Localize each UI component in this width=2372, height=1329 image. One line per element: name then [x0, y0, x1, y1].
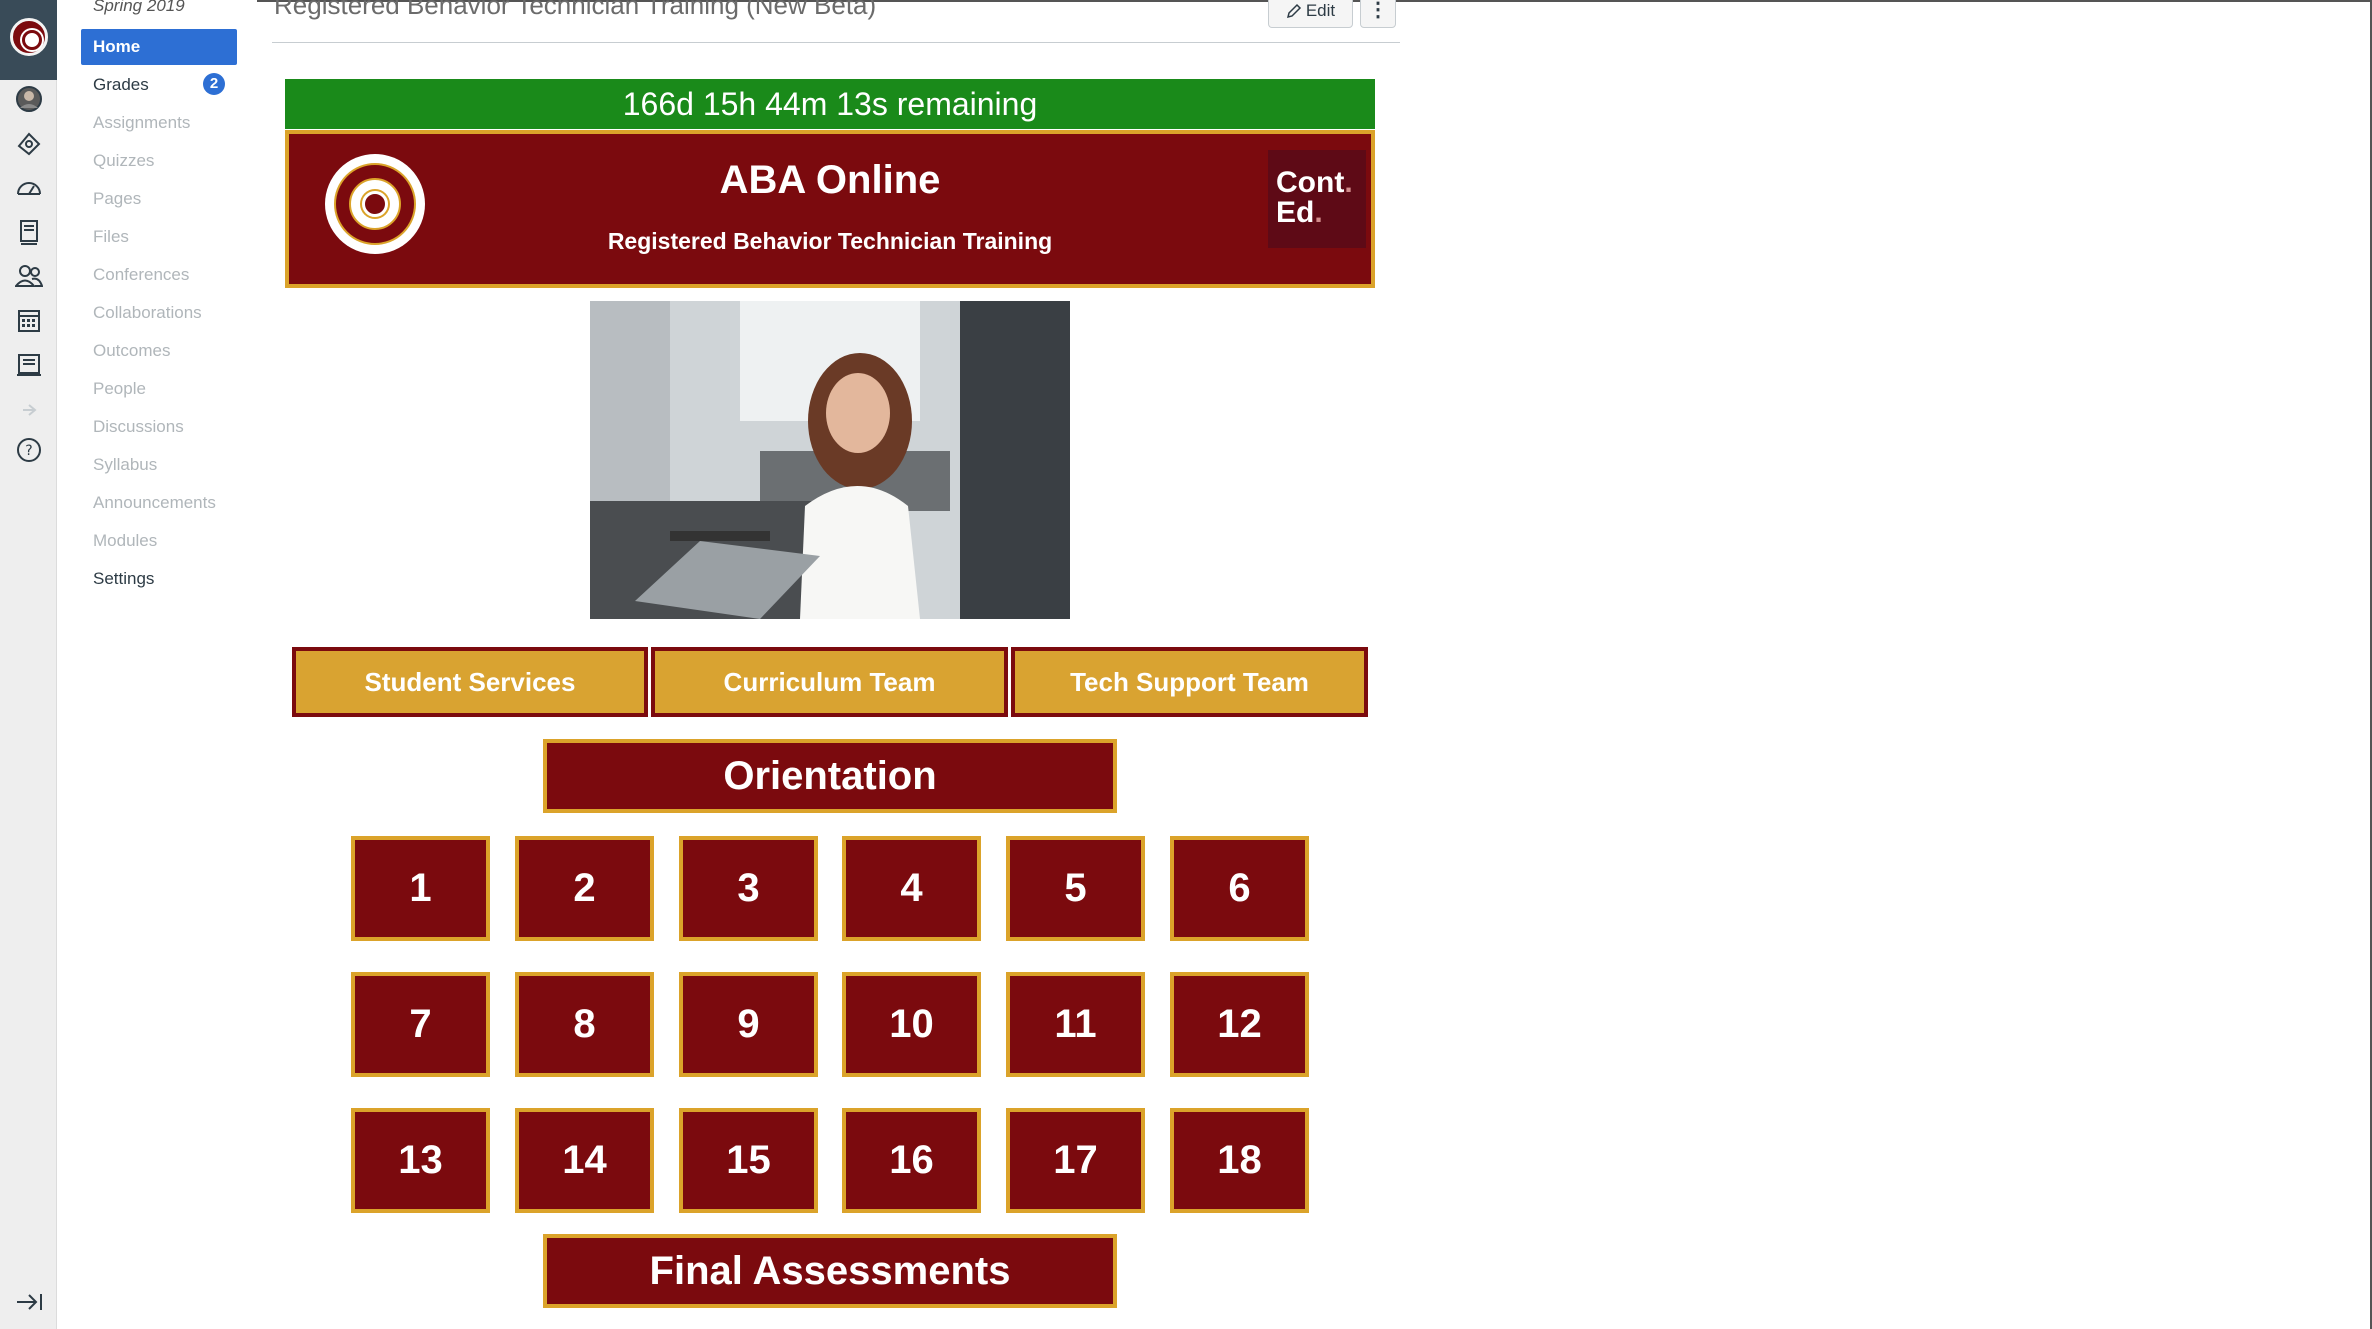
course-nav-home[interactable]: Home: [81, 29, 237, 65]
collapse-nav-icon[interactable]: [14, 1290, 44, 1314]
course-nav-outcomes[interactable]: Outcomes: [81, 333, 237, 369]
course-nav-settings[interactable]: Settings: [81, 561, 237, 597]
global-nav-rail: ?: [0, 0, 57, 1329]
account-avatar-icon[interactable]: [13, 83, 44, 114]
conted-logo: Cont. Ed.: [1268, 150, 1366, 248]
module-16-button[interactable]: 16: [842, 1108, 981, 1213]
module-3-button[interactable]: 3: [679, 836, 818, 941]
course-banner: ABA Online Registered Behavior Technicia…: [285, 130, 1375, 288]
module-4-button[interactable]: 4: [842, 836, 981, 941]
page-title: Registered Behavior Technician Training …: [274, 0, 877, 20]
admin-icon[interactable]: [13, 128, 44, 159]
edit-button-label: Edit: [1305, 1, 1336, 20]
module-13-button[interactable]: 13: [351, 1108, 490, 1213]
course-nav-collaborations[interactable]: Collaborations: [81, 295, 237, 331]
banner-subtitle: Registered Behavior Technician Training: [607, 228, 1053, 254]
module-10-button[interactable]: 10: [842, 972, 981, 1077]
calendar-icon[interactable]: [13, 304, 44, 335]
module-17-button[interactable]: 17: [1006, 1108, 1145, 1213]
conted-line2: Ed: [1276, 196, 1315, 229]
module-11-button[interactable]: 11: [1006, 972, 1145, 1077]
countdown-timer: 166d 15h 44m 13s remaining: [285, 79, 1375, 129]
course-nav-files[interactable]: Files: [81, 219, 237, 255]
course-nav-pages[interactable]: Pages: [81, 181, 237, 217]
institution-logo-icon[interactable]: [10, 18, 48, 56]
course-term: Spring 2019: [93, 0, 185, 15]
course-nav-quizzes[interactable]: Quizzes: [81, 143, 237, 179]
course-nav-discussions[interactable]: Discussions: [81, 409, 237, 445]
header-divider: [272, 42, 1400, 43]
history-icon[interactable]: [13, 394, 44, 425]
edit-button[interactable]: Edit: [1268, 0, 1353, 28]
conted-line1: Cont: [1276, 166, 1345, 199]
course-nav: Spring 2019 Home Grades 2 Assignments Qu…: [57, 0, 257, 1329]
module-14-button[interactable]: 14: [515, 1108, 654, 1213]
course-nav-conferences[interactable]: Conferences: [81, 257, 237, 293]
banner-title: ABA Online: [719, 158, 941, 202]
curriculum-team-button[interactable]: Curriculum Team: [651, 647, 1008, 717]
module-9-button[interactable]: 9: [679, 972, 818, 1077]
final-assessments-button[interactable]: Final Assessments: [543, 1234, 1117, 1308]
inbox-icon[interactable]: [13, 348, 44, 379]
module-18-button[interactable]: 18: [1170, 1108, 1309, 1213]
course-nav-assignments[interactable]: Assignments: [81, 105, 237, 141]
groups-icon[interactable]: [13, 260, 44, 291]
canvas-app: ? Spring 2019 Home Grades 2 Assignments …: [0, 0, 2372, 1329]
grades-count-badge: 2: [203, 73, 225, 95]
module-8-button[interactable]: 8: [515, 972, 654, 1077]
courses-icon[interactable]: [13, 216, 44, 247]
module-15-button[interactable]: 15: [679, 1108, 818, 1213]
module-2-button[interactable]: 2: [515, 836, 654, 941]
dashboard-icon[interactable]: [13, 172, 44, 203]
student-services-button[interactable]: Student Services: [292, 647, 648, 717]
course-nav-people[interactable]: People: [81, 371, 237, 407]
module-5-button[interactable]: 5: [1006, 836, 1145, 941]
module-1-button[interactable]: 1: [351, 836, 490, 941]
module-7-button[interactable]: 7: [351, 972, 490, 1077]
course-nav-modules[interactable]: Modules: [81, 523, 237, 559]
pencil-icon: [1286, 3, 1301, 19]
module-12-button[interactable]: 12: [1170, 972, 1309, 1077]
course-nav-syllabus[interactable]: Syllabus: [81, 447, 237, 483]
help-icon[interactable]: ?: [13, 434, 44, 465]
course-nav-announcements[interactable]: Announcements: [81, 485, 237, 521]
orientation-button[interactable]: Orientation: [543, 739, 1117, 813]
more-options-button[interactable]: ⋮: [1360, 0, 1396, 28]
hero-photo: [590, 301, 1070, 619]
module-6-button[interactable]: 6: [1170, 836, 1309, 941]
svg-text:?: ?: [25, 443, 32, 459]
tech-support-team-button[interactable]: Tech Support Team: [1011, 647, 1368, 717]
